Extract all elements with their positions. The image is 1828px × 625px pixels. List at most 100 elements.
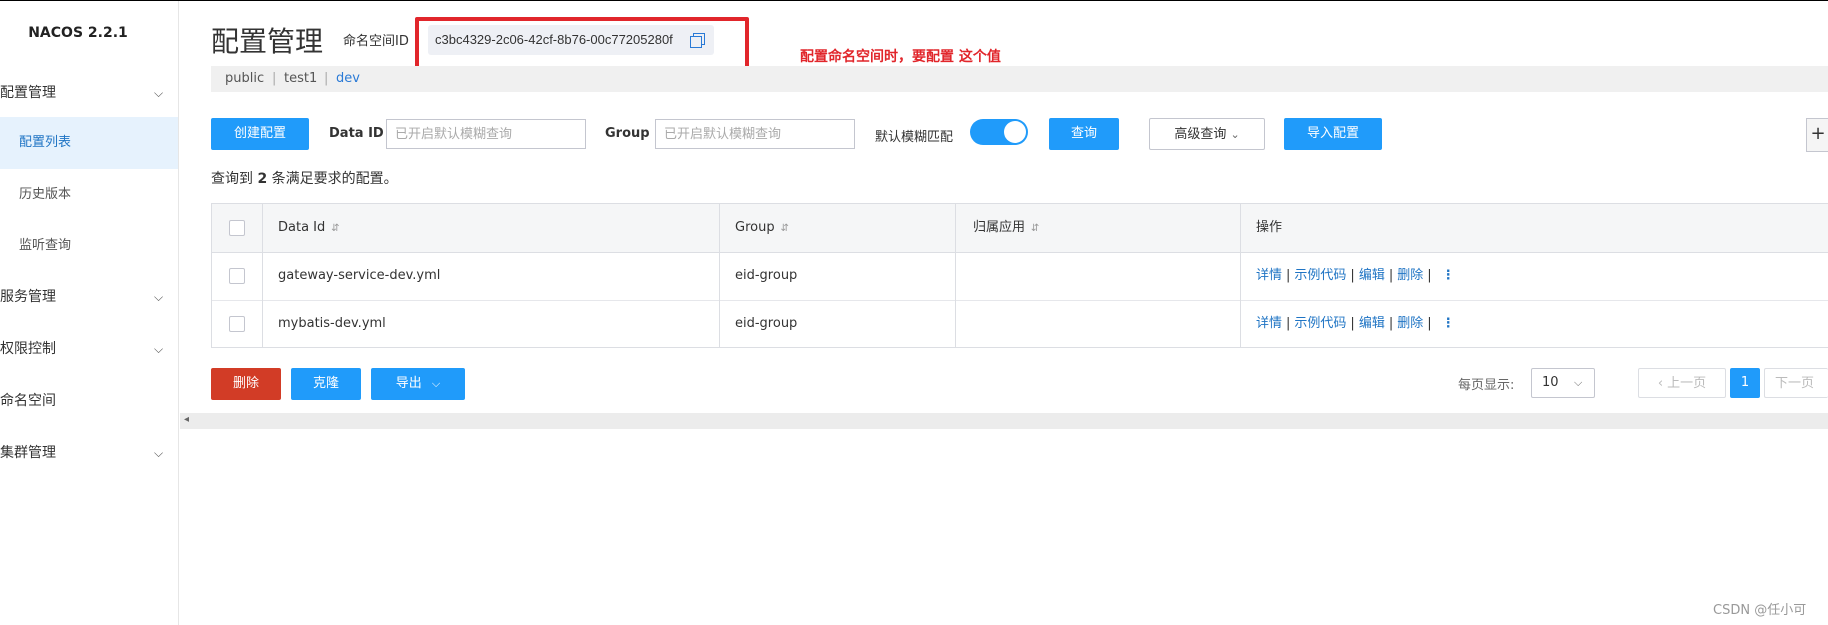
row-actions: 详情 | 示例代码 | 编辑 | 删除 | ⋮ [1256, 252, 1455, 300]
table-row: mybatis-dev.yml eid-group 详情 | 示例代码 | 编辑 | 删除 |… [212, 300, 1828, 348]
sort-icon[interactable]: ⇵ [331, 223, 339, 234]
summary-suffix: 条满足要求的配置。 [271, 171, 398, 187]
delete-button[interactable]: 删除 [211, 368, 281, 400]
details-link[interactable]: 详情 [1256, 316, 1282, 331]
sidebar-item-namespace[interactable]: 命名空间 [0, 375, 178, 427]
sort-icon[interactable]: ⇵ [1031, 223, 1039, 234]
namespace-id-label: 命名空间ID [343, 34, 409, 49]
next-page-button[interactable]: 下一页 [1764, 368, 1828, 398]
page-title: 配置管理 [211, 25, 324, 58]
chevron-down-icon: ⌵ [1574, 376, 1583, 389]
sidebar-item-label: 监听查询 [19, 238, 72, 253]
dataid-label: Data ID [329, 126, 384, 141]
sidebar-item-service-management[interactable]: 服务管理 ⌵ [0, 271, 178, 323]
export-label: 导出 [395, 376, 422, 391]
select-all-checkbox[interactable] [229, 220, 245, 236]
dataid-input[interactable]: 已开启默认模糊查询 [386, 119, 586, 149]
plus-button[interactable]: + [1806, 118, 1828, 152]
namespace-tabs: public | test1 | dev [211, 66, 1828, 92]
op-separator: | [1286, 316, 1291, 331]
namespace-tab-test1[interactable]: test1 [284, 71, 317, 86]
horizontal-scrollbar[interactable]: ◂ [180, 413, 1828, 429]
column-divider [262, 204, 263, 347]
column-header-actions: 操作 [1256, 220, 1283, 235]
column-header-app[interactable]: 归属应用 ⇵ [973, 204, 1039, 252]
sidebar-item-label: 历史版本 [19, 187, 72, 202]
sidebar-item-access-control[interactable]: 权限控制 ⌵ [0, 323, 178, 375]
cell-group: eid-group [735, 316, 798, 331]
chevron-down-icon: ⌵ [154, 446, 164, 460]
op-separator: | [1427, 268, 1432, 283]
op-separator: | [1427, 316, 1432, 331]
sort-icon[interactable]: ⇵ [781, 223, 789, 234]
chevron-down-icon: ⌄ [1230, 128, 1240, 141]
clone-button[interactable]: 克隆 [291, 368, 361, 400]
chevron-down-icon: ⌵ [154, 290, 164, 304]
cell-data-id: mybatis-dev.yml [278, 316, 386, 331]
column-header-label: Group [735, 220, 775, 235]
page-size-value: 10 [1542, 375, 1559, 390]
query-button[interactable]: 查询 [1049, 118, 1119, 150]
row-actions: 详情 | 示例代码 | 编辑 | 删除 | ⋮ [1256, 300, 1455, 348]
group-input[interactable]: 已开启默认模糊查询 [655, 119, 855, 149]
annotation-text: 配置命名空间时，要配置 这个值 [800, 49, 1001, 65]
sidebar-item-config-list[interactable]: 配置列表 [0, 117, 178, 169]
column-divider [1240, 204, 1241, 347]
toggle-knob [1004, 121, 1026, 143]
namespace-tab-public[interactable]: public [225, 71, 264, 86]
row-checkbox[interactable] [229, 316, 245, 332]
sidebar-item-label: 命名空间 [0, 393, 56, 409]
op-separator: | [1388, 316, 1394, 331]
namespace-separator: | [324, 71, 329, 86]
more-actions-icon[interactable]: ⋮ [1442, 316, 1455, 331]
sidebar-item-label: 权限控制 [0, 341, 56, 357]
edit-link[interactable]: 编辑 [1359, 268, 1385, 283]
summary-count: 2 [257, 171, 268, 187]
import-config-button[interactable]: 导入配置 [1284, 118, 1382, 150]
sidebar-item-listener-query[interactable]: 监听查询 [0, 220, 178, 272]
sample-code-link[interactable]: 示例代码 [1294, 268, 1346, 283]
prev-page-label: 上一页 [1667, 376, 1707, 391]
create-config-button[interactable]: 创建配置 [211, 118, 309, 150]
namespace-tab-dev[interactable]: dev [336, 71, 360, 86]
fuzzy-match-label: 默认模糊匹配 [875, 130, 954, 145]
sidebar-item-label: 集群管理 [0, 445, 56, 461]
scroll-left-icon[interactable]: ◂ [184, 414, 189, 425]
sidebar-item-cluster-management[interactable]: 集群管理 ⌵ [0, 427, 178, 479]
details-link[interactable]: 详情 [1256, 268, 1282, 283]
sample-code-link[interactable]: 示例代码 [1294, 316, 1346, 331]
page-size-label: 每页显示: [1458, 378, 1515, 393]
column-divider [719, 204, 720, 347]
group-label: Group [605, 126, 650, 141]
config-table: Data Id ⇵ Group ⇵ 归属应用 ⇵ 操作 gateway-service… [211, 203, 1828, 348]
window-top-border [0, 0, 1828, 1]
op-separator: | [1350, 268, 1355, 283]
page-1-button[interactable]: 1 [1730, 368, 1760, 398]
table-header: Data Id ⇵ Group ⇵ 归属应用 ⇵ 操作 [212, 204, 1828, 253]
prev-icon: ‹ [1657, 376, 1664, 391]
sidebar-item-history[interactable]: 历史版本 [0, 169, 178, 221]
namespace-separator: | [272, 71, 277, 86]
op-separator: | [1388, 268, 1394, 283]
export-button[interactable]: 导出 ⌵ [371, 368, 465, 400]
fuzzy-match-toggle[interactable] [970, 119, 1028, 145]
delete-link[interactable]: 删除 [1397, 316, 1423, 331]
table-row: gateway-service-dev.yml eid-group 详情 | 示例代… [212, 252, 1828, 301]
column-header-data-id[interactable]: Data Id ⇵ [278, 204, 340, 252]
chevron-down-icon: ⌵ [154, 86, 164, 100]
column-header-group[interactable]: Group ⇵ [735, 204, 789, 252]
delete-link[interactable]: 删除 [1397, 268, 1423, 283]
column-divider [955, 204, 956, 347]
page-size-select[interactable]: 10 ⌵ [1531, 368, 1595, 398]
result-summary: 查询到 2 条满足要求的配置。 [211, 168, 398, 188]
sidebar-item-config-management[interactable]: 配置管理 ⌵ [0, 67, 178, 119]
cell-data-id: gateway-service-dev.yml [278, 268, 441, 283]
chevron-down-icon: ⌵ [431, 377, 441, 390]
advanced-query-button[interactable]: 高级查询 ⌄ [1149, 118, 1265, 150]
prev-page-button[interactable]: ‹ 上一页 [1638, 368, 1726, 398]
row-checkbox[interactable] [229, 268, 245, 284]
watermark: CSDN @任小可 [1713, 603, 1807, 618]
chevron-down-icon: ⌵ [154, 342, 164, 356]
edit-link[interactable]: 编辑 [1359, 316, 1385, 331]
more-actions-icon[interactable]: ⋮ [1442, 268, 1455, 283]
